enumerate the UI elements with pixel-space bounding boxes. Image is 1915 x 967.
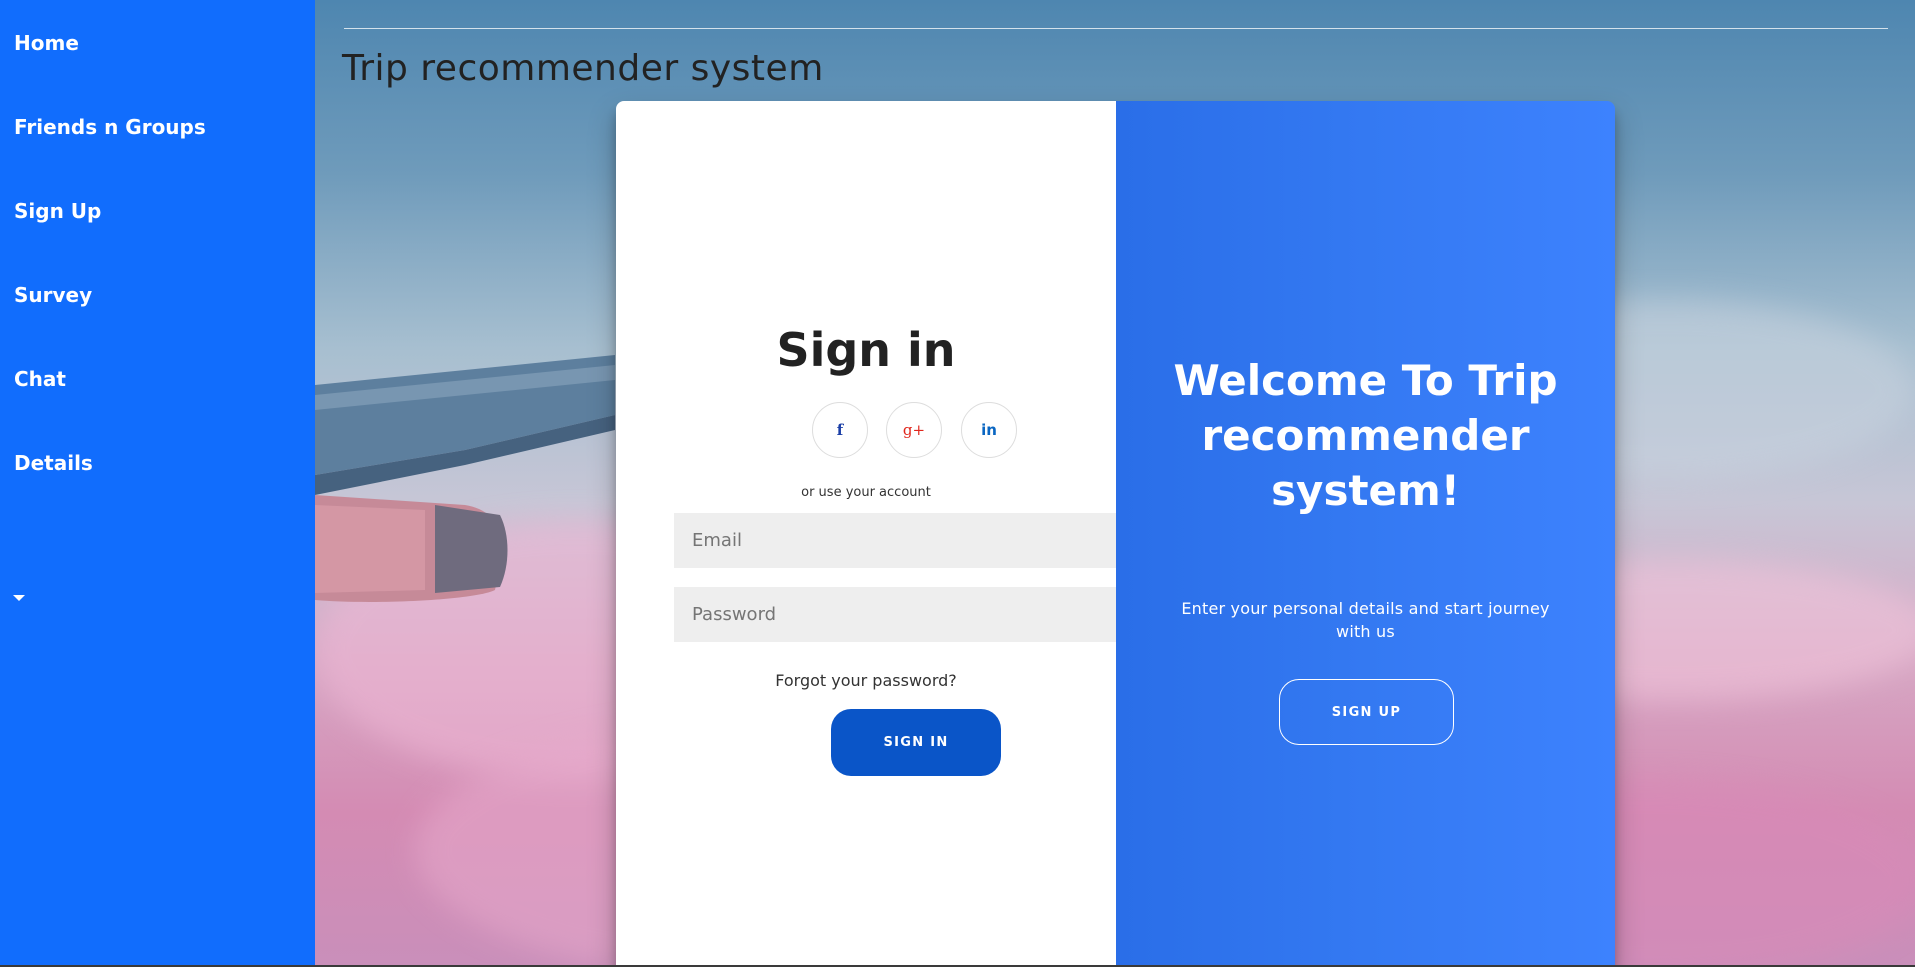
forgot-password-link[interactable]: Forgot your password? [616, 671, 1116, 690]
header-divider [344, 28, 1888, 29]
sidebar-item-friends-n-groups[interactable]: Friends n Groups [14, 117, 206, 137]
google-plus-glyph: g+ [902, 421, 926, 439]
page-title: Trip recommender system [342, 48, 824, 89]
email-field[interactable] [674, 513, 1116, 568]
sidebar-item-details[interactable]: Details [14, 453, 93, 473]
sidebar-item-chat[interactable]: Chat [14, 369, 66, 389]
linkedin-glyph: in [981, 421, 997, 439]
airplane-wing-image [315, 355, 615, 602]
linkedin-icon[interactable]: in [961, 402, 1017, 458]
welcome-title: Welcome To Trip recommender system! [1173, 356, 1558, 515]
facebook-glyph: f [836, 421, 844, 439]
welcome-subtitle: Enter your personal details and start jo… [1181, 599, 1550, 641]
sign-up-button[interactable]: SIGN UP [1279, 679, 1454, 745]
caret-down-icon[interactable] [13, 595, 25, 601]
sign-in-button[interactable]: SIGN IN [831, 709, 1001, 776]
auth-card: Sign in f g+ in or use your account Forg… [616, 101, 1615, 967]
facebook-icon[interactable]: f [812, 402, 868, 458]
password-field[interactable] [674, 587, 1116, 642]
sidebar-item-home[interactable]: Home [14, 33, 79, 53]
or-use-account-text: or use your account [801, 485, 931, 500]
google-plus-icon[interactable]: g+ [886, 402, 942, 458]
page: Home Friends n Groups Sign Up Survey Cha… [0, 0, 1915, 967]
welcome-panel: Welcome To Trip recommender system! Ente… [1116, 101, 1615, 967]
sign-in-title: Sign in [776, 323, 956, 377]
sidebar: Home Friends n Groups Sign Up Survey Cha… [0, 0, 315, 967]
sidebar-item-survey[interactable]: Survey [14, 285, 92, 305]
sidebar-item-sign-up[interactable]: Sign Up [14, 201, 101, 221]
sign-in-panel: Sign in f g+ in or use your account Forg… [616, 101, 1116, 967]
